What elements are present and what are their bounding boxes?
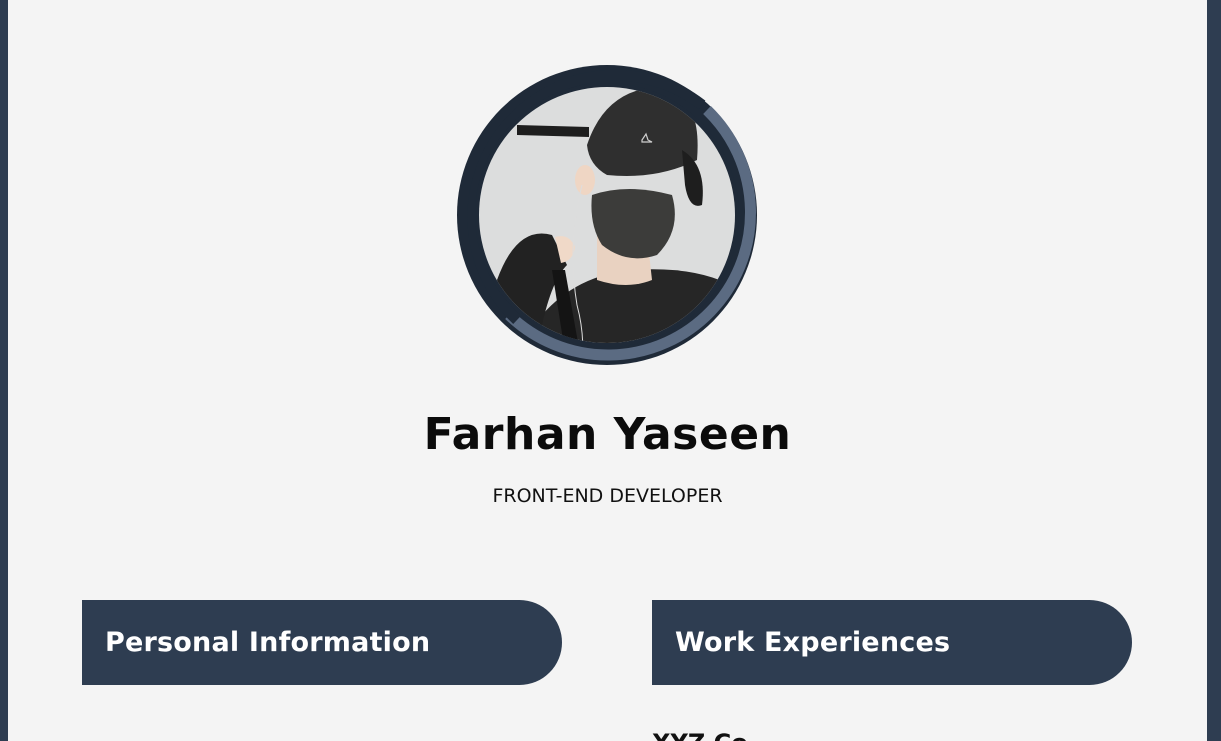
profile-role: FRONT-END DEVELOPER [492, 485, 723, 507]
work-experiences-header: Work Experiences [652, 600, 1132, 685]
profile-name: Farhan Yaseen [423, 409, 792, 460]
personal-information-header: Personal Information [82, 600, 562, 685]
personal-information-title: Personal Information [105, 627, 431, 658]
profile-avatar [457, 65, 757, 365]
work-entry-company: XYZ Co. [652, 728, 757, 741]
profile-page: Farhan Yaseen FRONT-END DEVELOPER Person… [8, 0, 1207, 741]
work-experiences-title: Work Experiences [675, 627, 951, 658]
